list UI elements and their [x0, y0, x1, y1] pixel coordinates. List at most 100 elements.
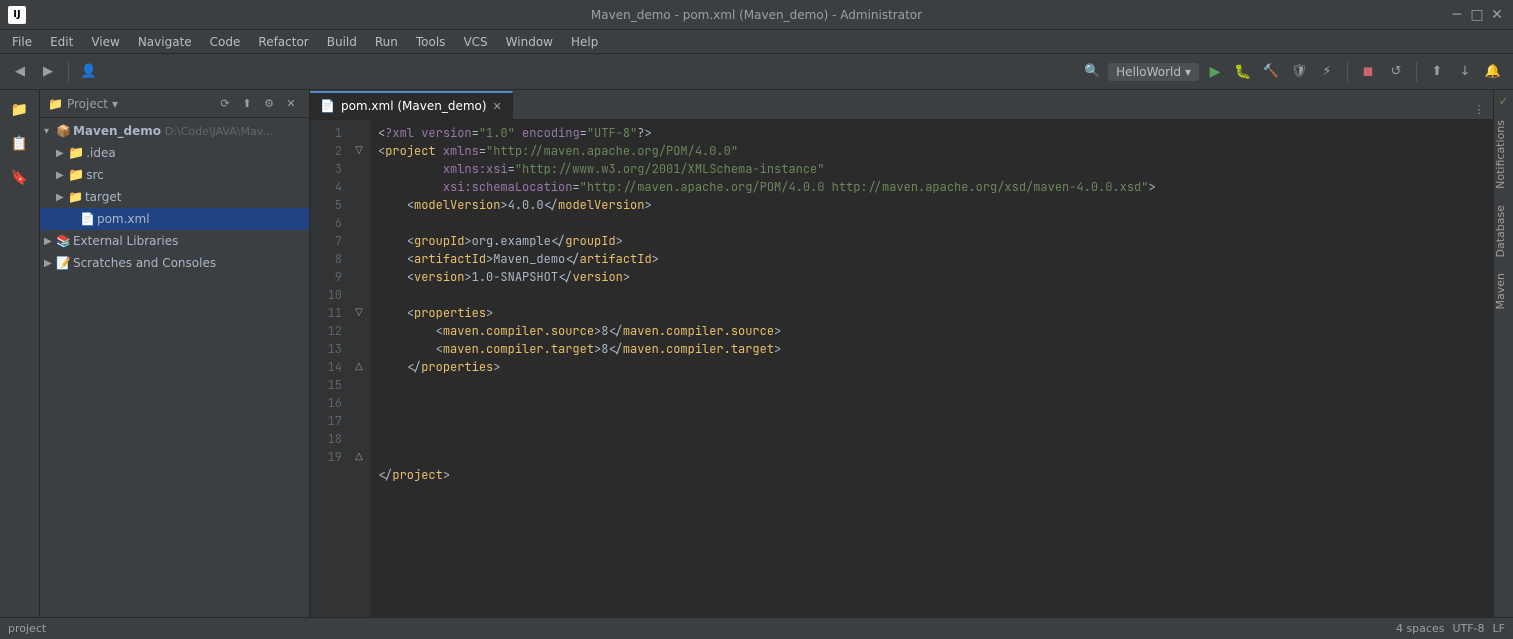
minimize-button[interactable]: ─	[1449, 7, 1465, 23]
gutter-line-8	[350, 250, 368, 268]
tab-pom-xml[interactable]: 📄 pom.xml (Maven_demo) ✕	[310, 91, 513, 119]
coverage-button[interactable]: 🛡	[1287, 60, 1311, 84]
project-panel-toggle[interactable]: 📁	[4, 94, 36, 126]
arrow-icon: ▶	[44, 258, 54, 269]
back-button[interactable]: ◀	[8, 60, 32, 84]
pom-label: pom.xml	[97, 212, 150, 226]
database-panel-toggle[interactable]: Database	[1494, 197, 1513, 266]
xml-file-icon: 📄	[80, 212, 95, 226]
tree-item-pom[interactable]: 📄 pom.xml	[40, 208, 309, 230]
gutter-line-19[interactable]: △	[350, 448, 368, 466]
arrow-icon: ▾	[44, 126, 54, 137]
rerun-button[interactable]: ↺	[1384, 60, 1408, 84]
update-button[interactable]: ⬆	[1425, 60, 1449, 84]
status-indent[interactable]: 4 spaces	[1396, 622, 1445, 635]
library-icon: 📚	[56, 234, 71, 248]
external-libs-label: External Libraries	[73, 234, 178, 248]
menu-vcs[interactable]: VCS	[455, 33, 495, 51]
gutter-line-5	[350, 196, 368, 214]
close-panel-button[interactable]: ✕	[281, 94, 301, 114]
close-button[interactable]: ✕	[1489, 7, 1505, 23]
editor-gutter: ▽ ▽ △ △	[350, 120, 370, 617]
gutter-line-6	[350, 214, 368, 232]
gutter-line-11[interactable]: ▽	[350, 304, 368, 322]
tab-actions: ⋮	[1469, 99, 1493, 119]
idea-label: .idea	[86, 146, 116, 160]
forward-button[interactable]: ▶	[36, 60, 60, 84]
gutter-line-2[interactable]: ▽	[350, 142, 368, 160]
notifications-panel-toggle[interactable]: Notifications	[1494, 112, 1513, 197]
status-encoding-label: UTF-8	[1452, 622, 1484, 635]
sync-button[interactable]: ⟳	[215, 94, 235, 114]
debug-button[interactable]: 🐛	[1231, 60, 1255, 84]
status-left: project	[8, 622, 46, 635]
gutter-line-16	[350, 394, 368, 412]
menu-help[interactable]: Help	[563, 33, 606, 51]
collapse-all-button[interactable]: ⬆	[237, 94, 257, 114]
panel-settings-button[interactable]: ⚙	[259, 94, 279, 114]
tree-item-scratches[interactable]: ▶ 📝 Scratches and Consoles	[40, 252, 309, 274]
gutter-line-13	[350, 340, 368, 358]
toolbar-sep-2	[1347, 62, 1348, 82]
run-config-dropdown-icon: ▾	[1185, 65, 1191, 79]
project-panel-header: 📁 Project ▾ ⟳ ⬆ ⚙ ✕	[40, 90, 309, 118]
editor-area: 📄 pom.xml (Maven_demo) ✕ ⋮ 12345 678910 …	[310, 90, 1493, 617]
status-line-ending[interactable]: LF	[1493, 622, 1505, 635]
maven-panel-toggle[interactable]: Maven	[1494, 265, 1513, 317]
menu-tools[interactable]: Tools	[408, 33, 454, 51]
status-project[interactable]: project	[8, 622, 46, 635]
tree-item-external-libs[interactable]: ▶ 📚 External Libraries	[40, 230, 309, 252]
tree-item-src[interactable]: ▶ 📁 src	[40, 164, 309, 186]
run-config-selector[interactable]: HelloWorld ▾	[1108, 63, 1199, 81]
tree-item-root[interactable]: ▾ 📦 Maven_demo D:\Code\JAVA\Mav...	[40, 120, 309, 142]
tree-item-target[interactable]: ▶ 📁 target	[40, 186, 309, 208]
status-project-label: project	[8, 622, 46, 635]
arrow-icon: ▶	[56, 148, 66, 159]
gutter-line-10	[350, 286, 368, 304]
git-button[interactable]: ↓	[1453, 60, 1477, 84]
menu-refactor[interactable]: Refactor	[250, 33, 316, 51]
menu-view[interactable]: View	[83, 33, 127, 51]
tree-item-idea[interactable]: ▶ 📁 .idea	[40, 142, 309, 164]
tab-xml-icon: 📄	[320, 99, 335, 113]
menu-run[interactable]: Run	[367, 33, 406, 51]
build-button[interactable]: 🔨	[1259, 60, 1283, 84]
gutter-line-12	[350, 322, 368, 340]
tab-overflow-button[interactable]: ⋮	[1469, 99, 1489, 119]
module-icon: 📦	[56, 124, 71, 138]
status-bar: project 4 spaces UTF-8 LF	[0, 617, 1513, 639]
user-icon[interactable]: 👤	[77, 60, 101, 84]
menu-window[interactable]: Window	[498, 33, 561, 51]
project-panel-title: 📁 Project ▾	[48, 97, 118, 111]
menu-code[interactable]: Code	[202, 33, 249, 51]
menu-build[interactable]: Build	[319, 33, 365, 51]
gutter-line-15	[350, 376, 368, 394]
structure-panel-toggle[interactable]: 📋	[4, 128, 36, 160]
menu-file[interactable]: File	[4, 33, 40, 51]
status-right: 4 spaces UTF-8 LF	[1396, 622, 1505, 635]
scratches-label: Scratches and Consoles	[73, 256, 216, 270]
toolbar-sep-3	[1416, 62, 1417, 82]
bookmarks-toggle[interactable]: 🔖	[4, 162, 36, 194]
search-everywhere-icon[interactable]: 🔍	[1080, 60, 1104, 84]
menu-navigate[interactable]: Navigate	[130, 33, 200, 51]
status-encoding[interactable]: UTF-8	[1452, 622, 1484, 635]
status-line-ending-label: LF	[1493, 622, 1505, 635]
menu-edit[interactable]: Edit	[42, 33, 81, 51]
main-content: 📁 📋 🔖 📁 Project ▾ ⟳ ⬆ ⚙ ✕ ▾ 📦	[0, 90, 1513, 617]
app-logo: IJ	[8, 6, 26, 24]
gutter-line-18	[350, 430, 368, 448]
checkmark-icon: ✓	[1494, 90, 1513, 112]
panel-actions: ⟳ ⬆ ⚙ ✕	[215, 94, 301, 114]
maximize-button[interactable]: □	[1469, 7, 1485, 23]
stop-button[interactable]: ◼	[1356, 60, 1380, 84]
gutter-line-7	[350, 232, 368, 250]
gutter-line-14[interactable]: △	[350, 358, 368, 376]
code-editor[interactable]: <?xml version="1.0" encoding="UTF-8"?> <…	[370, 120, 1493, 617]
profile-button[interactable]: ⚡	[1315, 60, 1339, 84]
toolbar-right: 🔍 HelloWorld ▾ ▶ 🐛 🔨 🛡 ⚡ ◼ ↺ ⬆ ↓ 🔔	[1080, 60, 1505, 84]
run-button[interactable]: ▶	[1203, 60, 1227, 84]
notifications-button[interactable]: 🔔	[1481, 60, 1505, 84]
tab-close-button[interactable]: ✕	[493, 100, 502, 113]
window-title: Maven_demo - pom.xml (Maven_demo) - Admi…	[591, 8, 922, 22]
